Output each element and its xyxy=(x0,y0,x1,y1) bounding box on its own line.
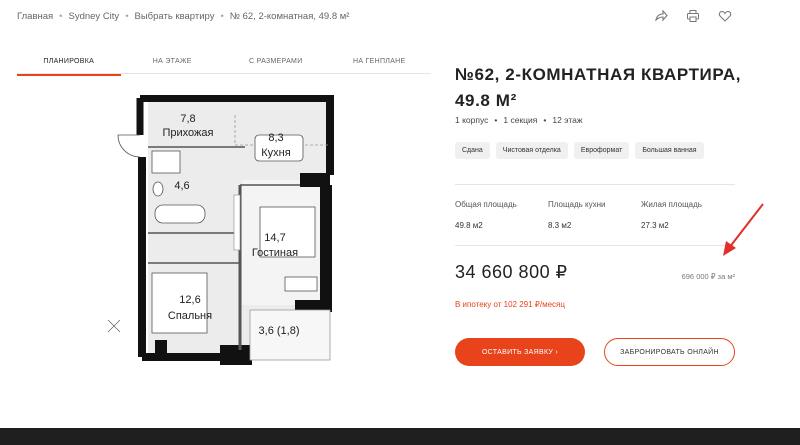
room-area-balcony: 3,6 (1,8) xyxy=(259,325,300,337)
room-area-living: 14,7 xyxy=(264,232,285,244)
meta-separator: • xyxy=(494,115,498,125)
tag-delivered: Сдана xyxy=(455,142,490,159)
leave-request-button[interactable]: ОСТАВИТЬ ЗАЯВКУ › xyxy=(455,338,585,366)
stat-label: Общая площадь xyxy=(455,200,517,209)
mortgage-link[interactable]: В ипотеку от 102 291 ₽/месяц xyxy=(455,300,565,309)
page-actions xyxy=(654,9,732,23)
breadcrumb: Главная • Sydney City • Выбрать квартиру… xyxy=(17,11,349,22)
room-name-hall: Прихожая xyxy=(163,127,214,139)
divider xyxy=(455,184,735,185)
floor-plan: 7,8 Прихожая 8,3 Кухня 4,6 14,7 Гостиная… xyxy=(107,95,334,365)
tag-large-bathroom: Большая ванная xyxy=(635,142,704,159)
price-per-m2: 696 000 ₽ за м² xyxy=(681,272,735,281)
plan-view-tabs: ПЛАНИРОВКА НА ЭТАЖЕ С РАЗМЕРАМИ НА ГЕНПЛ… xyxy=(17,55,432,76)
divider xyxy=(455,245,735,246)
stat-total-area: Общая площадь 49.8 м2 xyxy=(455,200,548,230)
room-area-bath: 4,6 xyxy=(174,180,189,192)
breadcrumb-separator: • xyxy=(59,11,63,22)
breadcrumb-separator: • xyxy=(220,11,224,22)
breadcrumb-item-current: № 62, 2-комнатная, 49.8 м² xyxy=(229,11,350,22)
stat-value: 49.8 м2 xyxy=(455,221,483,230)
stat-kitchen-area: Площадь кухни 8.3 м2 xyxy=(548,200,641,230)
page-title: №62, 2-КОМНАТНАЯ КВАРТИРА, 49.8 М² xyxy=(455,65,742,110)
feature-tags: Сдана Чистовая отделка Евроформат Больша… xyxy=(455,142,704,159)
stat-label: Площадь кухни xyxy=(548,200,606,209)
footer-bar xyxy=(0,428,800,445)
meta-building: 1 корпус xyxy=(455,115,489,125)
breadcrumb-item-project[interactable]: Sydney City xyxy=(69,11,120,22)
tag-euro-format: Евроформат xyxy=(573,142,630,159)
breadcrumb-separator: • xyxy=(125,11,129,22)
apartment-meta: 1 корпус • 1 секция • 12 этаж xyxy=(455,115,583,125)
room-area-bedroom: 12,6 xyxy=(179,294,200,306)
room-area-kitchen: 8,3 xyxy=(268,132,283,144)
meta-section: 1 секция xyxy=(503,115,538,125)
meta-separator: • xyxy=(543,115,547,125)
breadcrumb-item-choose[interactable]: Выбрать квартиру xyxy=(135,11,215,22)
print-icon[interactable] xyxy=(686,9,700,23)
heart-icon[interactable] xyxy=(718,9,732,23)
area-stats: Общая площадь 49.8 м2 Площадь кухни 8.3 … xyxy=(455,200,735,230)
reserve-online-button[interactable]: ЗАБРОНИРОВАТЬ ОНЛАЙН xyxy=(604,338,735,366)
room-name-kitchen: Кухня xyxy=(261,147,290,159)
share-icon[interactable] xyxy=(654,9,668,23)
tab-with-sizes[interactable]: С РАЗМЕРАМИ xyxy=(224,55,328,73)
annotation-arrow-icon xyxy=(723,203,764,256)
room-name-bedroom: Спальня xyxy=(168,310,212,322)
price: 34 660 800 ₽ xyxy=(455,262,568,282)
tab-on-masterplan[interactable]: НА ГЕНПЛАНЕ xyxy=(328,55,432,73)
room-area-hall: 7,8 xyxy=(180,113,195,125)
breadcrumb-item-home[interactable]: Главная xyxy=(17,11,53,22)
tab-on-floor[interactable]: НА ЭТАЖЕ xyxy=(121,55,225,73)
room-name-living: Гостиная xyxy=(252,247,298,259)
stat-value: 8.3 м2 xyxy=(548,221,572,230)
tag-finishing: Чистовая отделка xyxy=(495,142,568,159)
tab-plan[interactable]: ПЛАНИРОВКА xyxy=(17,55,121,76)
meta-floor: 12 этаж xyxy=(552,115,583,125)
